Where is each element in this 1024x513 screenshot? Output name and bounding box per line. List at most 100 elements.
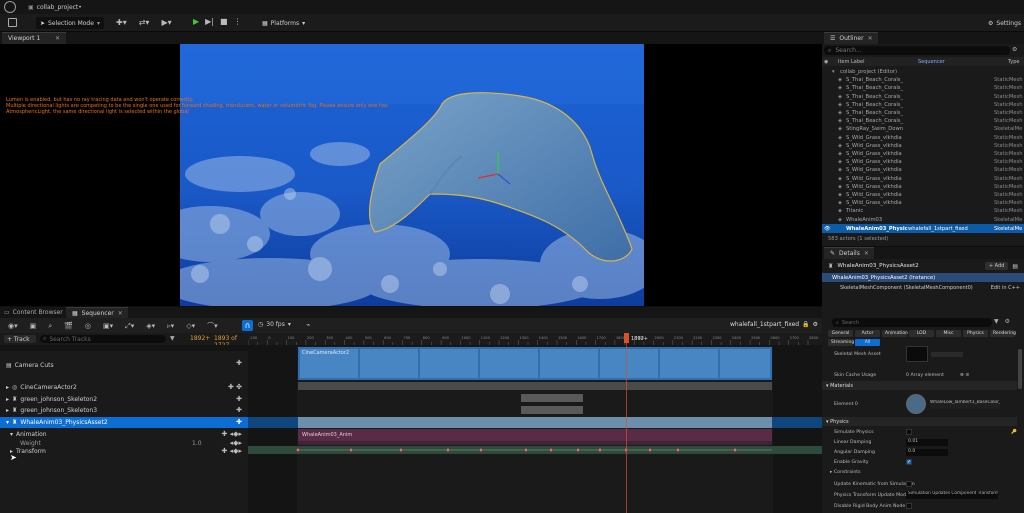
filter-icon[interactable]: ▼ — [170, 335, 175, 342]
mesh-asset-picker[interactable] — [931, 351, 963, 357]
enable-gravity-checkbox[interactable]: ✓ — [906, 459, 912, 465]
record-icon[interactable]: ▣▾ — [103, 322, 113, 330]
keyframe[interactable] — [399, 448, 403, 452]
level-viewport[interactable]: Lumen is enabled, but has no ray tracing… — [0, 44, 822, 306]
outliner-row[interactable]: ◈ WhaleAnim03 SkeletalMe — [822, 216, 1024, 224]
keyframe[interactable] — [624, 448, 628, 452]
add-content-icon[interactable]: ✚▾ — [116, 18, 127, 27]
details-search[interactable]: ⌕ Search — [832, 318, 992, 327]
track-camera-cuts[interactable]: ▤ Camera Cuts ✚ — [0, 358, 248, 372]
outliner-row[interactable]: ◈ S_Thai_Beach_Corals_ StaticMesh — [822, 101, 1024, 109]
sequence-breadcrumb[interactable]: whalefall_1stpart_fixed 🔒 ⚙ — [730, 321, 818, 328]
outliner-search[interactable]: ⌕ Search... — [824, 46, 1010, 55]
outliner-row[interactable]: ◈ StingRay_Swim_Down SkeletalMe — [822, 125, 1024, 133]
blueprint-icon[interactable]: ⇄▾ — [139, 18, 150, 27]
row-constraints[interactable]: ▸ Constraints — [822, 467, 1017, 477]
col-type[interactable]: Type — [1008, 59, 1019, 65]
whale-track-bar[interactable] — [298, 417, 772, 428]
fps-dropdown[interactable]: ◷ 30 fps ▾ — [258, 321, 291, 328]
platforms-button[interactable]: ▦ Platforms ▾ — [258, 17, 309, 29]
add-element-icon[interactable]: ⊕ ⊘ — [960, 373, 969, 378]
save-icon[interactable]: ▣ — [30, 322, 37, 330]
curve-icon[interactable]: ⌒▾ — [207, 321, 218, 331]
sequencer-timeline[interactable]: -100 0 100 200 300 400 500 600 700 800 900 1000 1100… — [248, 333, 822, 513]
keyframe[interactable] — [648, 448, 652, 452]
view-icon[interactable]: ◈▾ — [146, 322, 155, 330]
timeline-canvas[interactable]: -100 0 100 200 300 400 500 600 700 800 900 1000 1100… — [248, 333, 822, 513]
play-options-icon[interactable]: ⋮ — [234, 17, 242, 26]
key-icon[interactable]: ◇▾ — [186, 322, 195, 330]
close-icon[interactable]: ✕ — [118, 310, 123, 317]
camera-cut-clip[interactable]: CineCameraActor2 — [298, 347, 772, 380]
current-frame-field[interactable]: 1892+ — [190, 335, 210, 342]
find-icon[interactable]: ⌕ — [48, 322, 52, 331]
track-search[interactable]: ⌕ Search Tracks — [40, 335, 166, 343]
camera-icon[interactable]: ◎ — [85, 322, 91, 330]
track-add-icon[interactable]: ✚ — [236, 360, 242, 367]
filter-tab-misc[interactable]: Misc — [936, 330, 961, 337]
track-add-icon[interactable]: ✚ — [236, 396, 242, 403]
section-physics[interactable]: ▾ Physics — [822, 417, 1017, 426]
world-icon[interactable]: ◉▾ — [8, 322, 18, 330]
track-whale-selected[interactable]: ▾ ♜ WhaleAnim03_PhysicsAsset2 ✚ — [0, 417, 248, 428]
outliner-row[interactable]: ◈ S_Wild_Grass_vlkhdia StaticMesh — [822, 158, 1024, 166]
col-item-label[interactable]: Item Label — [838, 59, 918, 65]
update-kinematic-checkbox[interactable] — [906, 481, 912, 487]
keyframe[interactable] — [524, 448, 528, 452]
outliner-row[interactable]: ◈ S_Wild_Grass_vlkhdia StaticMesh — [822, 166, 1024, 174]
play-icon[interactable]: ▶ — [193, 17, 199, 26]
settings-button[interactable]: ⚙ Settings — [984, 17, 1024, 29]
keyframe-icon[interactable]: 🔑 — [1011, 430, 1017, 435]
eye-icon[interactable]: 👁 — [824, 226, 834, 232]
outliner-row[interactable]: ◈ S_Wild_Grass_vlkhdia StaticMesh — [822, 199, 1024, 207]
outliner-row[interactable]: ◈ S_Wild_Grass_vlkhdia StaticMesh — [822, 191, 1024, 199]
step-icon[interactable]: ▶| — [205, 17, 214, 26]
outliner-row[interactable]: ◈ S_Wild_Grass_vlkhdia StaticMesh — [822, 134, 1024, 142]
outliner-row[interactable]: ▾ collab_project (Editor) — [822, 68, 1024, 76]
outliner-row[interactable]: ◈ S_Thai_Beach_Corals_ StaticMesh — [822, 117, 1024, 125]
outliner-row[interactable]: ◈ S_Wild_Grass_vlkhdia StaticMesh — [822, 183, 1024, 191]
filter-tab-general[interactable]: General — [828, 330, 853, 337]
cinematics-icon[interactable]: ▶▾ — [161, 18, 171, 27]
angular-damping-input[interactable]: 0.0 — [906, 448, 948, 456]
filter-tab-physics[interactable]: Physics — [963, 330, 988, 337]
filter-tab-animation[interactable]: Animation — [882, 330, 908, 337]
filter-icon[interactable]: ▼ — [994, 318, 999, 325]
close-icon[interactable]: ✕ — [55, 35, 60, 42]
track-transform[interactable]: ▸ Transform ✚ ◂◆▸ — [0, 446, 248, 457]
material-picker[interactable]: WhaleLow_lambert1_BaseColor_Mat — [930, 399, 1000, 409]
track-options-icon[interactable]: ✚ ✤ — [228, 384, 242, 391]
tab-sequencer[interactable]: ▦ Sequencer ✕ — [66, 307, 128, 318]
disable-rigid-checkbox[interactable] — [906, 503, 912, 509]
keyframe[interactable] — [479, 448, 483, 452]
filter-tab-all[interactable]: All — [855, 339, 880, 346]
keyframe[interactable] — [549, 448, 553, 452]
keyframe[interactable] — [349, 448, 353, 452]
outliner-row[interactable]: ◈ S_Wild_Grass_vlkhdia StaticMesh — [822, 142, 1024, 150]
outliner-selected-row[interactable]: 👁 WhaleAnim03_Physics whalefall_1stpart_… — [822, 224, 1024, 233]
filter-tab-actor[interactable]: Actor — [855, 330, 880, 337]
component-row[interactable]: SkeletalMeshComponent (SkeletalMeshCompo… — [822, 283, 1024, 292]
track-green-johnson3[interactable]: ▸ ♜ green_johnson_Skeleton3 ✚ — [0, 405, 248, 416]
track-add-icon[interactable]: ✚ — [236, 407, 242, 414]
unreal-logo-icon[interactable] — [4, 1, 16, 13]
keyframe[interactable] — [576, 448, 580, 452]
simulate-physics-checkbox[interactable] — [906, 429, 912, 435]
edit-cpp-link[interactable]: Edit in C++ — [991, 285, 1020, 291]
selection-mode-button[interactable]: ➤ Selection Mode ▾ — [36, 17, 104, 29]
outliner-row[interactable]: ◈ Titanic StaticMesh — [822, 207, 1024, 215]
gear-icon[interactable]: ⚙ — [813, 321, 818, 328]
close-icon[interactable]: ✕ — [868, 35, 873, 42]
outliner-row[interactable]: ◈ S_Wild_Grass_vlkhdia StaticMesh — [822, 150, 1024, 158]
green-johnson2-bar[interactable] — [521, 394, 583, 402]
filter-tab-lod[interactable]: LOD — [909, 330, 934, 337]
cine-camera-bar[interactable] — [298, 382, 772, 390]
track-add-icon[interactable]: ✚ — [236, 419, 242, 426]
track-key-icons[interactable]: ✚ ◂◆▸ — [221, 448, 242, 455]
linear-damping-input[interactable]: 0.01 — [906, 438, 948, 446]
add-track-button[interactable]: + Track — [4, 335, 36, 343]
gear-icon[interactable]: ⚙ — [1005, 318, 1010, 325]
whale-anim-clip[interactable]: WhaleAnim03_Anim — [298, 429, 772, 441]
keyframe[interactable] — [733, 448, 737, 452]
details-scrollbar[interactable] — [1018, 349, 1022, 389]
